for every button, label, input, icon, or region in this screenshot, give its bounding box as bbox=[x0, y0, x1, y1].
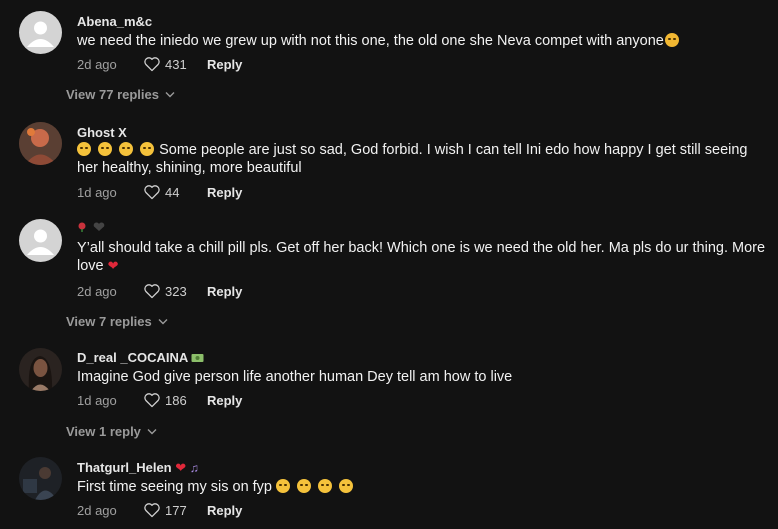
comment-text: First time seeing my sis on fyp bbox=[77, 478, 767, 496]
chevron-down-icon bbox=[165, 92, 175, 98]
user-photo-icon bbox=[19, 457, 62, 500]
heart-outline-icon[interactable] bbox=[143, 502, 161, 518]
heart-eyes-emoji-icon bbox=[318, 479, 333, 493]
comment-text: Imagine God give person life another hum… bbox=[77, 368, 767, 386]
timestamp: 1d ago bbox=[77, 392, 117, 408]
comment-meta: 2d ago 323 Reply bbox=[77, 283, 242, 299]
heart-outline-icon[interactable] bbox=[143, 392, 161, 408]
avatar[interactable] bbox=[19, 11, 62, 54]
comment-username[interactable]: D_real _COCAINA bbox=[77, 350, 204, 365]
like-count: 177 bbox=[165, 502, 187, 518]
avatar[interactable] bbox=[19, 122, 62, 165]
default-avatar-icon bbox=[27, 21, 54, 47]
comment-text-body: we need the iniedo we grew up with not t… bbox=[77, 33, 664, 49]
view-replies-label: View 1 reply bbox=[66, 424, 141, 439]
default-avatar-icon bbox=[27, 229, 54, 255]
timestamp: 2d ago bbox=[77, 56, 117, 72]
reply-button[interactable]: Reply bbox=[207, 393, 242, 408]
heart-eyes-emoji-icon bbox=[339, 479, 354, 493]
view-replies-label: View 77 replies bbox=[66, 87, 159, 102]
comment-meta: 2d ago 431 Reply bbox=[77, 56, 242, 72]
rose-and-heart-emoji-icon bbox=[78, 222, 105, 232]
heart-eyes-emoji-icon bbox=[297, 479, 312, 493]
avatar[interactable] bbox=[19, 348, 62, 391]
comment-meta: 2d ago 177 Reply bbox=[77, 502, 242, 518]
red-heart-emoji-icon: ❤ bbox=[175, 460, 187, 475]
comment-text-body: Imagine God give person life another hum… bbox=[77, 369, 513, 385]
avatar[interactable] bbox=[19, 457, 62, 500]
comment-text-body: First time seeing my sis on fyp bbox=[77, 479, 272, 495]
heart-outline-icon[interactable] bbox=[143, 56, 161, 72]
laughing-emoji-icon bbox=[119, 142, 134, 156]
comment-username[interactable]: Ghost X bbox=[77, 125, 127, 140]
laughing-emoji-icon bbox=[98, 142, 113, 156]
comment-username[interactable]: Thatgurl_Helen ❤ ♫ bbox=[77, 460, 199, 476]
user-photo-icon bbox=[19, 122, 62, 165]
user-photo-icon bbox=[19, 348, 62, 391]
heart-outline-icon[interactable] bbox=[143, 283, 161, 299]
timestamp: 2d ago bbox=[77, 283, 117, 299]
laughing-emoji-icon bbox=[140, 142, 155, 156]
comment-text: Y’all should take a chill pill pls. Get … bbox=[77, 239, 777, 275]
like-count: 431 bbox=[165, 56, 187, 72]
comment-text-body: Y’all should take a chill pill pls. Get … bbox=[77, 240, 766, 274]
heart-outline-icon[interactable] bbox=[143, 184, 161, 200]
like-count: 44 bbox=[165, 184, 180, 200]
avatar[interactable] bbox=[19, 219, 62, 262]
timestamp: 1d ago bbox=[77, 184, 117, 200]
chevron-down-icon bbox=[147, 429, 157, 435]
like-count: 186 bbox=[165, 392, 187, 408]
reply-button[interactable]: Reply bbox=[207, 57, 242, 72]
comment-text: we need the iniedo we grew up with not t… bbox=[77, 32, 767, 50]
username-label: D_real _COCAINA bbox=[77, 350, 188, 365]
view-replies-label: View 7 replies bbox=[66, 314, 152, 329]
reply-button[interactable]: Reply bbox=[207, 185, 242, 200]
sad-face-emoji-icon bbox=[664, 33, 679, 47]
view-replies-button[interactable]: View 77 replies bbox=[66, 87, 175, 102]
comment-username[interactable]: Abena_m&c bbox=[77, 14, 152, 29]
reply-button[interactable]: Reply bbox=[207, 503, 242, 518]
comment-username[interactable] bbox=[77, 221, 105, 236]
laughing-emoji-icon bbox=[77, 142, 91, 156]
music-note-emoji-icon: ♫ bbox=[189, 461, 199, 475]
view-replies-button[interactable]: View 7 replies bbox=[66, 314, 168, 329]
username-label: Thatgurl_Helen bbox=[77, 460, 172, 475]
red-heart-emoji-icon: ❤ bbox=[107, 258, 119, 273]
comment-meta: 1d ago 186 Reply bbox=[77, 392, 242, 408]
money-emoji-icon bbox=[191, 354, 204, 362]
timestamp: 2d ago bbox=[77, 502, 117, 518]
reply-button[interactable]: Reply bbox=[207, 284, 242, 299]
comment-meta: 1d ago 44 Reply bbox=[77, 184, 242, 200]
like-count: 323 bbox=[165, 283, 187, 299]
chevron-down-icon bbox=[158, 319, 168, 325]
view-replies-button[interactable]: View 1 reply bbox=[66, 424, 157, 439]
comment-text: Some people are just so sad, God forbid.… bbox=[77, 141, 767, 177]
grinning-emoji-icon bbox=[276, 479, 291, 493]
comment-text-body: Some people are just so sad, God forbid.… bbox=[77, 142, 748, 176]
